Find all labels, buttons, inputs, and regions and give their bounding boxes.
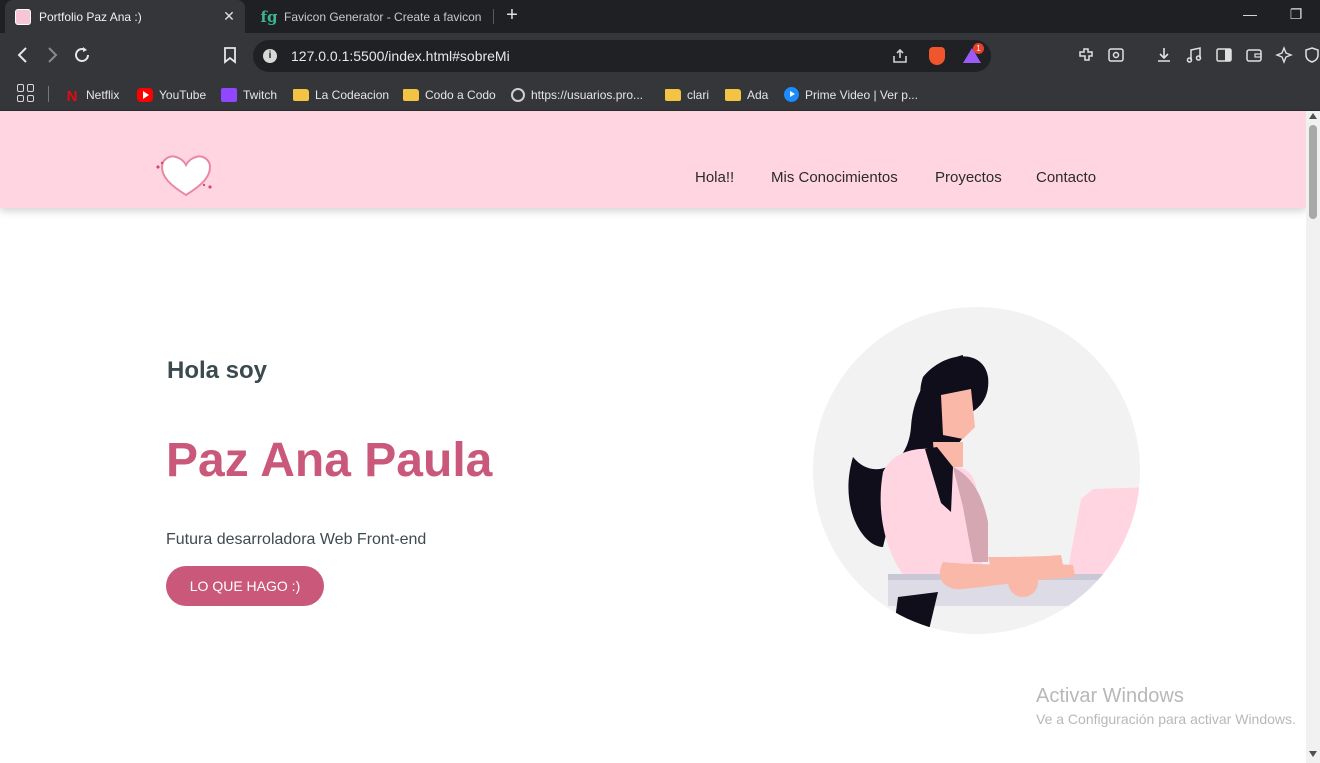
hero-name: Paz Ana Paula	[166, 434, 493, 487]
reload-icon[interactable]	[71, 44, 93, 66]
vpn-icon[interactable]	[1302, 45, 1320, 65]
woman-laptop-illustration	[813, 307, 1140, 634]
new-tab-button[interactable]: +	[502, 5, 522, 27]
bookmarks-bar: N Netflix YouTube Twitch La Codeacion Co…	[0, 78, 1320, 111]
minimize-button[interactable]: —	[1240, 6, 1260, 22]
wallet-icon[interactable]	[1244, 45, 1264, 65]
nav-link-conocimientos[interactable]: Mis Conocimientos	[771, 169, 898, 186]
page-viewport: Hola!! Mis Conocimientos Proyectos Conta…	[0, 111, 1320, 763]
bookmark-twitch[interactable]: Twitch	[221, 78, 277, 111]
bookmark-label: Netflix	[86, 87, 120, 102]
bookmark-codo-a-codo[interactable]: Codo a Codo	[403, 78, 496, 111]
bookmark-label: https://usuarios.pro...	[531, 87, 644, 102]
folder-icon	[665, 88, 681, 101]
share-icon[interactable]	[891, 47, 909, 65]
scroll-up-arrow-icon[interactable]	[1309, 113, 1317, 119]
youtube-icon	[137, 87, 153, 102]
portfolio-favicon-icon	[15, 8, 31, 25]
tab-title: Favicon Generator - Create a favicon	[284, 9, 482, 24]
bookmark-label: YouTube	[159, 87, 207, 102]
browser-toolbar: i 127.0.0.1:5500/index.html#sobreMi 1	[0, 33, 1320, 78]
bookmark-label: Twitch	[243, 87, 278, 102]
bookmark-label: clari	[687, 87, 710, 102]
apps-icon[interactable]	[17, 84, 35, 102]
nav-link-hola[interactable]: Hola!!	[695, 169, 734, 186]
bookmark-icon[interactable]	[219, 44, 241, 66]
folder-icon	[293, 88, 309, 101]
globe-icon	[511, 87, 525, 102]
media-icon[interactable]	[1184, 45, 1204, 65]
bookmark-la-codeacion[interactable]: La Codeacion	[293, 78, 389, 111]
hero-greeting: Hola soy	[167, 357, 268, 384]
bookmark-label: Prime Video | Ver p...	[805, 87, 918, 102]
extensions-icon[interactable]	[1076, 45, 1096, 65]
nav-link-contacto[interactable]: Contacto	[1036, 169, 1096, 186]
address-bar[interactable]: i 127.0.0.1:5500/index.html#sobreMi 1	[253, 40, 991, 72]
forward-icon[interactable]	[41, 44, 63, 66]
back-icon[interactable]	[12, 44, 34, 66]
bookmark-ada[interactable]: Ada	[725, 78, 768, 111]
hero-subtitle: Futura desarroladora Web Front-end	[166, 531, 427, 548]
bookmark-label: Codo a Codo	[425, 87, 496, 102]
bookmark-usuarios[interactable]: https://usuarios.pro...	[511, 78, 643, 111]
site-header: Hola!! Mis Conocimientos Proyectos Conta…	[0, 111, 1306, 208]
twitch-icon	[221, 87, 237, 102]
tab-favicon-generator[interactable]: fg Favicon Generator - Create a favicon	[250, 0, 495, 33]
nav-link-proyectos[interactable]: Proyectos	[935, 169, 1002, 186]
favicon-generator-icon: fg	[260, 7, 278, 26]
site-info-icon[interactable]: i	[263, 49, 277, 63]
brave-shields-icon[interactable]	[929, 47, 945, 65]
bookmark-prime-video[interactable]: Prime Video | Ver p...	[784, 78, 918, 111]
maximize-button[interactable]: ❐	[1286, 6, 1306, 23]
bookmark-clari[interactable]: clari	[665, 78, 709, 111]
tab-portfolio[interactable]: Portfolio Paz Ana :) ✕	[5, 0, 245, 33]
scroll-thumb[interactable]	[1309, 125, 1317, 219]
activate-windows-title: Activar Windows	[1036, 685, 1184, 707]
netflix-icon: N	[66, 87, 78, 105]
folder-icon	[403, 88, 419, 101]
close-icon[interactable]: ✕	[219, 8, 239, 25]
scroll-down-arrow-icon[interactable]	[1309, 751, 1317, 757]
main-nav: Hola!! Mis Conocimientos Proyectos Conta…	[0, 111, 1306, 208]
bookmark-netflix[interactable]: N Netflix	[64, 78, 120, 111]
bookmark-label: La Codeacion	[315, 87, 390, 102]
lo-que-hago-button[interactable]: LO QUE HAGO :)	[166, 566, 324, 606]
bookmark-label: Ada	[747, 87, 769, 102]
sidebar-icon[interactable]	[1214, 45, 1234, 65]
folder-icon	[725, 88, 741, 101]
url-text[interactable]: 127.0.0.1:5500/index.html#sobreMi	[291, 48, 510, 64]
leo-icon[interactable]	[1274, 45, 1294, 65]
reader-icon[interactable]	[1106, 45, 1126, 65]
tab-separator	[493, 9, 494, 24]
tab-title: Portfolio Paz Ana :)	[39, 9, 142, 24]
activate-windows-subtitle: Ve a Configuración para activar Windows.	[1036, 711, 1296, 727]
bookmark-youtube[interactable]: YouTube	[137, 78, 206, 111]
rewards-badge: 1	[973, 43, 984, 54]
download-icon[interactable]	[1154, 45, 1174, 65]
prime-video-icon	[784, 87, 799, 102]
tab-strip: Portfolio Paz Ana :) ✕ fg Favicon Genera…	[0, 0, 1320, 33]
page-scrollbar[interactable]	[1306, 111, 1320, 763]
bookmarks-divider	[48, 86, 49, 102]
